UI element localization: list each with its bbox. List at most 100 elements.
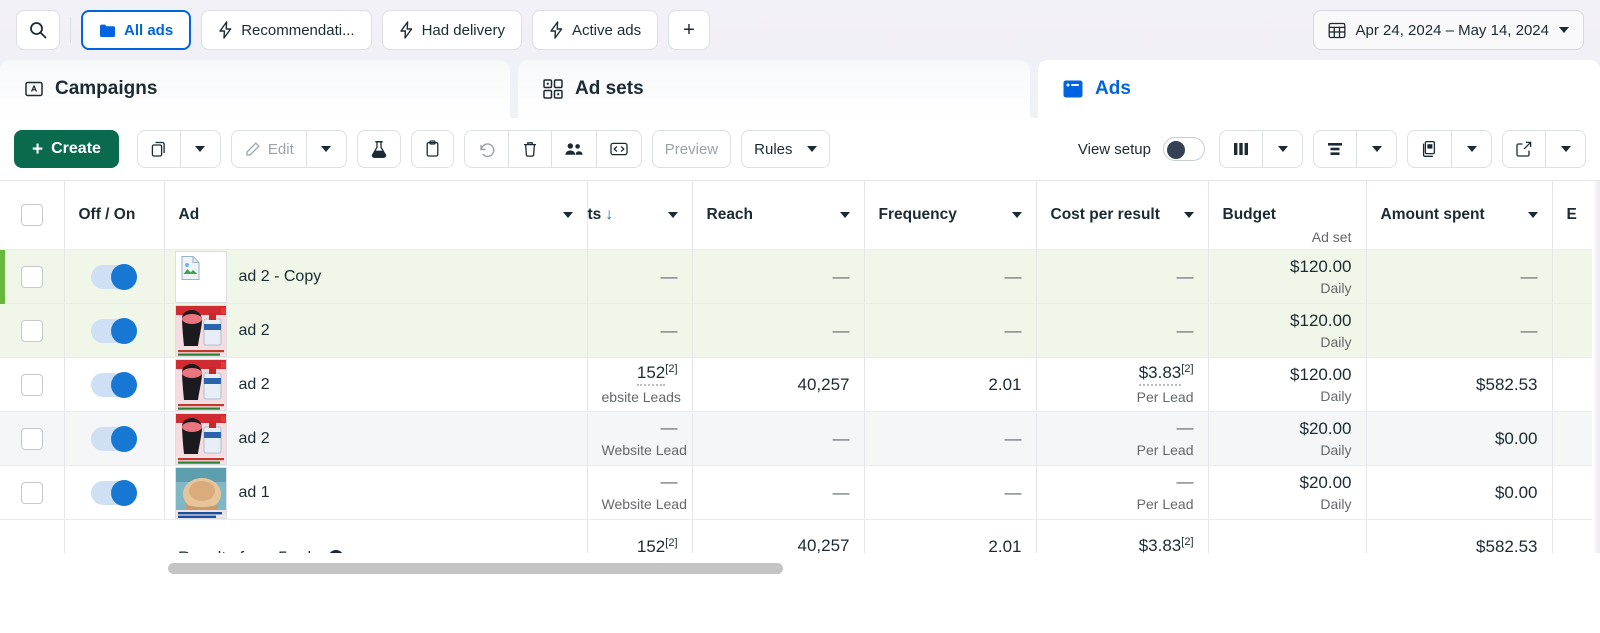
toolbar-divider — [70, 17, 71, 43]
ad-name[interactable]: ad 1 — [239, 484, 270, 502]
preview-button[interactable]: Preview — [651, 130, 732, 168]
clipboard-icon[interactable] — [410, 130, 454, 168]
add-filter-button[interactable]: + — [668, 10, 710, 50]
column-header-cost-per-result[interactable]: Cost per result — [1036, 181, 1209, 250]
audience-icon[interactable] — [551, 130, 597, 168]
create-button[interactable]: + Create — [14, 130, 119, 168]
columns-icon[interactable] — [1219, 130, 1263, 168]
row-checkbox[interactable] — [20, 265, 43, 288]
row-checkbox[interactable] — [20, 373, 43, 396]
frequency-value: — — [1004, 482, 1022, 502]
duplicate-icon[interactable] — [136, 130, 181, 168]
duplicate-dropdown[interactable] — [180, 130, 221, 168]
column-header-ad[interactable]: Ad — [164, 181, 588, 250]
table-row[interactable]: ad 2 — Website Lead — — — Per Lead $20.0… — [0, 411, 1600, 466]
export-dropdown[interactable] — [1546, 130, 1586, 168]
ad-status-toggle[interactable] — [91, 317, 137, 344]
column-header-frequency[interactable]: Frequency — [864, 181, 1037, 250]
chevron-down-icon — [1559, 27, 1569, 33]
chevron-down-icon[interactable] — [1183, 212, 1194, 218]
summary-amount-spent-cell: $582.53 Total spent — [1366, 519, 1553, 553]
columns-dropdown[interactable] — [1263, 130, 1303, 168]
filter-tab-all-ads[interactable]: All ads — [81, 10, 192, 50]
campaigns-icon — [24, 79, 44, 99]
tab-ad-sets[interactable]: Ad sets — [518, 60, 1030, 118]
date-range-label: Apr 24, 2024 – May 14, 2024 — [1355, 21, 1549, 39]
row-amount-spent-cell: $582.53 — [1366, 357, 1553, 412]
reports-dropdown[interactable] — [1452, 130, 1492, 168]
horizontal-scrollbar[interactable] — [168, 563, 783, 574]
row-budget-cell: $120.00 Daily — [1208, 303, 1367, 358]
row-checkbox[interactable] — [20, 427, 43, 450]
cost-sublabel: Per Lead — [1136, 496, 1194, 513]
summary-frequency-cell: 2.01 Per Accounts Center ... — [864, 519, 1037, 553]
breakdown-dropdown[interactable] — [1357, 130, 1397, 168]
budget-sublabel: Daily — [1320, 495, 1352, 512]
columns-group — [1219, 130, 1303, 168]
view-setup-toggle[interactable] — [1163, 137, 1205, 161]
row-select-cell — [0, 465, 65, 520]
ad-name[interactable]: ad 2 — [239, 322, 270, 340]
column-header-results[interactable]: ts ↓ — [587, 181, 693, 250]
chevron-down-icon[interactable] — [1527, 212, 1538, 218]
table-row[interactable]: ad 2 152[2] ebsite Leads 40,257 2.01 $3.… — [0, 357, 1600, 412]
flask-icon[interactable] — [356, 130, 401, 168]
budget-value: $120.00 — [1290, 256, 1352, 276]
breakdown-icon[interactable] — [1313, 130, 1357, 168]
filter-tab-had-delivery[interactable]: Had delivery — [381, 10, 522, 50]
ad-status-toggle[interactable] — [91, 479, 137, 506]
table-row[interactable]: ad 2 — — — — $120.00 Daily — — [0, 303, 1600, 358]
filter-tab-recommendations[interactable]: Recommendati... — [201, 10, 372, 50]
cost-sublabel: Per Lead — [1136, 389, 1194, 406]
header-row: Off / On Ad ts ↓ Reach Frequency Cost per… — [0, 181, 1600, 250]
row-budget-cell: $120.00 Daily — [1208, 249, 1367, 304]
chevron-down-icon[interactable] — [562, 212, 573, 218]
row-toggle-cell — [64, 465, 165, 520]
preview-group: Preview — [651, 130, 732, 168]
rules-button[interactable]: Rules — [741, 130, 830, 168]
row-checkbox[interactable] — [20, 481, 43, 504]
row-checkbox[interactable] — [20, 319, 43, 342]
filter-tab-label: Had delivery — [421, 21, 505, 39]
tab-ads[interactable]: Ads — [1038, 60, 1600, 118]
select-all-checkbox[interactable] — [20, 204, 43, 226]
clipboard-group — [410, 130, 454, 168]
tab-campaigns[interactable]: Campaigns — [0, 60, 510, 118]
row-select-cell — [0, 411, 65, 466]
undo-icon[interactable] — [463, 130, 509, 168]
ad-name[interactable]: ad 2 — [239, 376, 270, 394]
filter-tab-active-ads[interactable]: Active ads — [531, 10, 659, 50]
amount-spent-value: $0.00 — [1494, 482, 1538, 502]
date-range-picker[interactable]: Apr 24, 2024 – May 14, 2024 — [1312, 10, 1584, 50]
chevron-down-icon — [195, 146, 206, 152]
ad-status-toggle[interactable] — [91, 263, 137, 290]
trash-icon[interactable] — [508, 130, 552, 168]
table-row[interactable]: ad 2 - Copy — — — — $120.00 Daily — — [0, 249, 1600, 357]
column-header-amount-spent[interactable]: Amount spent — [1366, 181, 1553, 250]
chevron-down-icon[interactable] — [1011, 212, 1022, 218]
ad-status-toggle[interactable] — [91, 425, 137, 452]
edit-group: Edit — [230, 130, 347, 168]
share-arrows-icon[interactable] — [596, 130, 642, 168]
chevron-down-icon[interactable] — [667, 212, 678, 218]
row-results-cell: 152[2] ebsite Leads — [587, 357, 693, 412]
table-row[interactable]: ad 1 — Website Lead — — — Per Lead $20.0… — [0, 465, 1600, 520]
search-icon[interactable] — [16, 10, 60, 50]
table-summary: Results from 5 ads i 152[2] ebsite Leads… — [0, 519, 1600, 553]
row-actions-group — [463, 130, 642, 168]
chevron-down-icon[interactable] — [839, 212, 850, 218]
ad-name[interactable]: ad 2 — [239, 430, 270, 448]
summary-cost-footnote: [2] — [1181, 536, 1194, 549]
ad-name[interactable]: ad 2 - Copy — [239, 268, 322, 286]
row-reach-cell: — — [692, 411, 865, 466]
view-setup-label: View setup — [1077, 140, 1151, 158]
ad-status-toggle[interactable] — [91, 371, 137, 398]
bolt-icon — [549, 21, 564, 39]
edit-button[interactable]: Edit — [230, 130, 307, 168]
bolt-icon — [399, 21, 414, 39]
column-header-reach[interactable]: Reach — [692, 181, 865, 250]
reports-icon[interactable] — [1407, 130, 1452, 168]
export-icon[interactable] — [1502, 130, 1546, 168]
edit-dropdown[interactable] — [306, 130, 347, 168]
cost-per-result-value: — — [1176, 320, 1194, 340]
